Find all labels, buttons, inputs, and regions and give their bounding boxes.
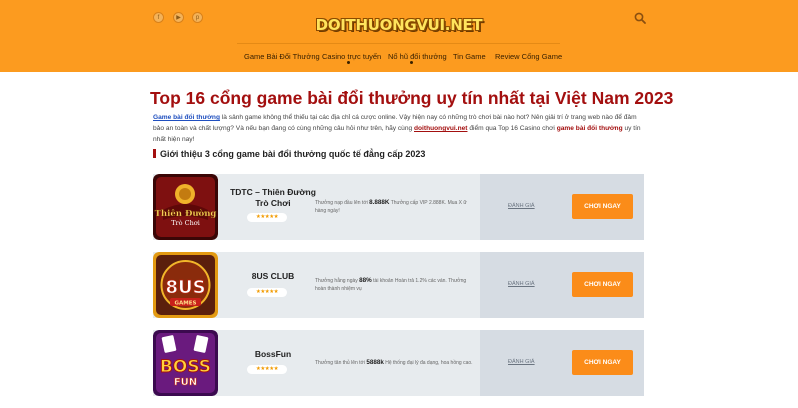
card-name: TDTC – Thiên Đường Trò Chơi	[230, 187, 316, 208]
nav-item-game-bai[interactable]: Game Bài Đổi Thưởng	[244, 52, 320, 61]
8us-logo-line1: 8US	[165, 277, 205, 298]
card-action-panel: ĐÁNH GIÁ CHƠI NGAY	[480, 330, 644, 396]
play-now-button[interactable]: CHƠI NGAY	[572, 272, 633, 297]
card-desc-text: Thưởng nạp đầu lên tới	[315, 200, 370, 206]
nav-divider	[237, 43, 560, 44]
dropdown-dot-icon	[410, 61, 413, 64]
intro-link-site[interactable]: doithuongvui.net	[414, 125, 467, 132]
card-name: BossFun	[254, 349, 292, 359]
intro-paragraph: Game bài đổi thưởng là sảnh game không t…	[153, 112, 643, 145]
card-description: Thưởng nạp đầu lên tới 8.888K Thưởng cấp…	[315, 199, 477, 215]
pinterest-icon[interactable]: p	[192, 12, 203, 23]
facebook-icon[interactable]: f	[153, 12, 164, 23]
card-desc-text: Hệ thống đại lý đa dạng, hoa hồng cao.	[383, 360, 473, 366]
bossfun-logo-image[interactable]: BOSS FUN	[153, 330, 218, 396]
card-desc-highlight: 88%	[359, 277, 372, 284]
search-icon[interactable]	[634, 12, 646, 24]
page-title: Top 16 cổng game bài đổi thưởng uy tín n…	[150, 88, 674, 108]
tdtc-logo-line2: Trò Chơi	[171, 219, 200, 227]
nav-item-no-hu[interactable]: Nổ hũ đổi thưởng	[388, 52, 447, 61]
8us-logo-image[interactable]: 8US GAMES	[153, 252, 218, 318]
play-now-button[interactable]: CHƠI NGAY	[572, 194, 633, 219]
dropdown-dot-icon	[347, 61, 350, 64]
bossfun-logo-line2: FUN	[174, 377, 197, 388]
card-description: Thưởng tân thủ lên tới 5888k Hệ thống đạ…	[315, 359, 477, 368]
rating-stars: ★★★★★	[247, 213, 287, 222]
nav-item-tin-game[interactable]: Tin Game	[453, 52, 486, 61]
play-now-button[interactable]: CHƠI NGAY	[572, 350, 633, 375]
intro-link-game-bai[interactable]: Game bài đổi thưởng	[153, 114, 220, 121]
card-desc-text: Thưởng hằng ngày	[315, 278, 360, 284]
review-link[interactable]: ĐÁNH GIÁ	[508, 359, 535, 365]
section-heading-text: Giới thiệu 3 cổng game bài đổi thưởng qu…	[160, 149, 426, 159]
card-desc-highlight: 8.888K	[369, 199, 390, 206]
card-desc-highlight: 5888k	[366, 359, 384, 366]
review-link[interactable]: ĐÁNH GIÁ	[508, 281, 535, 287]
card-description: Thưởng hằng ngày 88% tài khoản Hoàn trả …	[315, 277, 477, 293]
tdtc-logo-line1: Thiên Đường	[155, 208, 217, 219]
rating-stars: ★★★★★	[247, 288, 287, 297]
nav-item-casino[interactable]: Casino trực tuyến	[322, 52, 381, 61]
intro-text: điểm qua Top 16 Casino chơi	[467, 125, 557, 132]
card-name: 8US CLUB	[251, 271, 295, 281]
site-logo[interactable]: DOITHUONGVUI.NET	[316, 14, 483, 36]
game-card-bossfun: BOSS FUN BossFun ★★★★★ Thưởng tân thủ lê…	[153, 330, 644, 396]
review-link[interactable]: ĐÁNH GIÁ	[508, 203, 535, 209]
intro-bold-text: game bài đổi thưởng	[556, 125, 623, 132]
site-header: f ▶ p DOITHUONGVUI.NET Game Bài Đổi Thưở…	[0, 0, 798, 72]
card-desc-text: Thưởng tân thủ lên tới	[315, 360, 367, 366]
card-action-panel: ĐÁNH GIÁ CHƠI NGAY	[480, 174, 644, 240]
rating-stars: ★★★★★	[247, 365, 287, 374]
game-card-tdtc: Thiên Đường Trò Chơi TDTC – Thiên Đường …	[153, 174, 644, 240]
main-nav: Game Bài Đổi Thưởng Casino trực tuyến Nổ…	[237, 48, 562, 64]
section-heading: Giới thiệu 3 cổng game bài đổi thưởng qu…	[153, 149, 425, 159]
8us-logo-line2: GAMES	[175, 301, 197, 307]
bossfun-logo-line1: BOSS	[160, 357, 211, 377]
card-action-panel: ĐÁNH GIÁ CHƠI NGAY	[480, 252, 644, 318]
game-card-8us: 8US GAMES 8US CLUB ★★★★★ Thưởng hằng ngà…	[153, 252, 644, 318]
nav-item-review[interactable]: Review Cổng Game	[495, 52, 562, 61]
tdtc-logo-image[interactable]: Thiên Đường Trò Chơi	[153, 174, 218, 240]
youtube-icon[interactable]: ▶	[173, 12, 184, 23]
section-marker-icon	[153, 149, 156, 158]
